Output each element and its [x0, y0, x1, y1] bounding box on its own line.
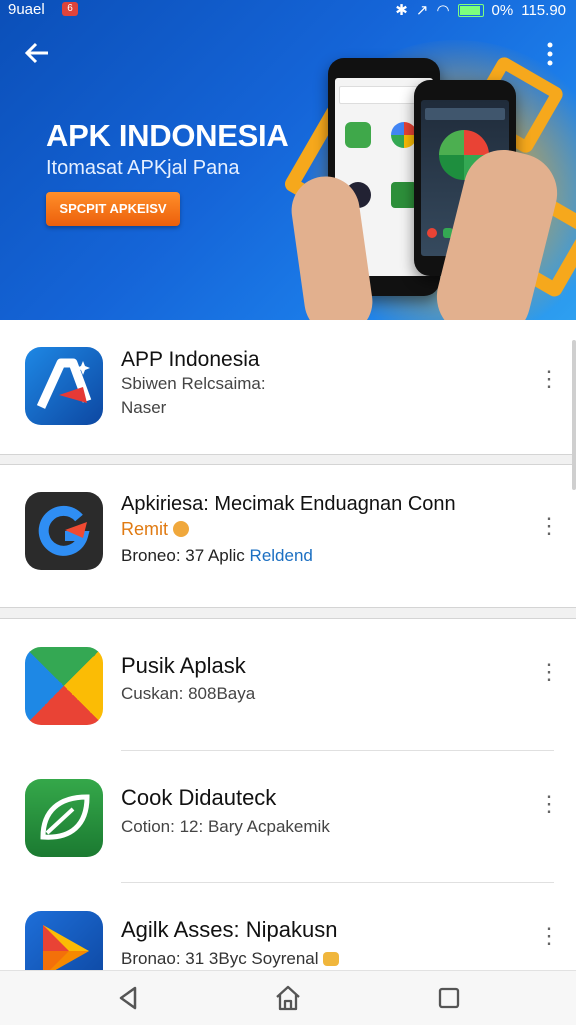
system-nav-bar: [0, 970, 576, 1025]
app-subtitle: Cuskan: 808Baya: [121, 684, 256, 703]
list-item[interactable]: Cook Didauteck Cotion: 12: Bary Acpakemi…: [0, 751, 576, 881]
clock: 115.90: [521, 1, 566, 19]
app-indonesia-icon: [25, 347, 103, 425]
status-bar: 9uael 6 ✱ ↗ ◠ 0% 115.90: [0, 0, 576, 22]
app-list: Pusik Aplask Cuskan: 808Baya ⋮ Cook Dida…: [0, 618, 576, 971]
app-subtitle: Cotion: 12: Bary Acpakemik: [121, 817, 330, 836]
hero-subtitle: Itomasat APKjal Pana: [46, 157, 240, 179]
app-title: Apkiriesa: Mecimak Enduagnan Conn: [121, 493, 456, 515]
app-card: Apkiriesa: Mecimak Enduagnan Conn Remit …: [0, 464, 576, 608]
list-item[interactable]: APP Indonesia Sbiwen Relcsaima: Naser ⋮: [0, 320, 576, 450]
emoji-icon: [323, 952, 340, 966]
app-title: Cook Didauteck: [121, 785, 277, 810]
app-detail: Broneo: 37 Aplic Reldend: [121, 546, 313, 565]
pusik-app-icon: [25, 647, 103, 725]
scrollbar[interactable]: [572, 340, 576, 490]
app-card: APP Indonesia Sbiwen Relcsaima: Naser ⋮: [0, 320, 576, 455]
more-vert-icon[interactable]: ⋮: [538, 923, 560, 949]
wifi-icon: ◠: [436, 2, 450, 19]
nav-recents-icon[interactable]: [434, 983, 464, 1013]
app-title: APP Indonesia: [121, 348, 260, 371]
hero-banner: APK INDONESIA Itomasat APKjal Pana SPCPI…: [0, 0, 576, 320]
hero-cta-button[interactable]: SPCPIT APKEISV: [46, 192, 180, 226]
carrier-label: 9uael: [8, 1, 45, 18]
nav-home-icon[interactable]: [273, 983, 303, 1013]
status-icons: ✱ ↗ ◠ 0% 115.90: [395, 1, 566, 20]
notification-icon: 6: [62, 2, 78, 16]
bluetooth-icon: ✱: [395, 2, 408, 19]
g-app-icon: [25, 492, 103, 570]
app-link[interactable]: Reldend: [250, 546, 313, 565]
play-app-icon: [25, 911, 103, 971]
more-vert-icon[interactable]: ⋮: [538, 659, 560, 685]
app-subtitle: Sbiwen Relcsaima:: [121, 374, 266, 393]
app-subtitle: Bronao: 31 3Byc Soyrenal: [121, 949, 340, 969]
battery-text: 0%: [491, 1, 514, 19]
leaf-app-icon: [25, 779, 103, 857]
app-title: Pusik Aplask: [121, 653, 246, 678]
battery-icon: [457, 3, 484, 17]
more-vert-icon[interactable]: ⋮: [538, 513, 560, 539]
list-item[interactable]: Agilk Asses: Nipakusn Bronao: 31 3Byc So…: [0, 883, 576, 971]
list-item[interactable]: Pusik Aplask Cuskan: 808Baya ⋮: [0, 619, 576, 749]
more-vert-icon[interactable]: ⋮: [538, 791, 560, 817]
emoji-icon: [173, 521, 190, 537]
hero-title: APK INDONESIA: [46, 118, 289, 153]
back-arrow-icon[interactable]: [22, 38, 54, 70]
overflow-menu-icon[interactable]: [544, 40, 556, 68]
more-vert-icon[interactable]: ⋮: [538, 366, 560, 392]
signal-icon: ↗: [415, 2, 429, 19]
app-detail: Naser: [121, 398, 167, 417]
app-subtitle: Remit: [121, 519, 190, 540]
nav-back-icon[interactable]: [113, 983, 143, 1013]
list-item[interactable]: Apkiriesa: Mecimak Enduagnan Conn Remit …: [0, 465, 576, 595]
app-title: Agilk Asses: Nipakusn: [121, 917, 338, 942]
